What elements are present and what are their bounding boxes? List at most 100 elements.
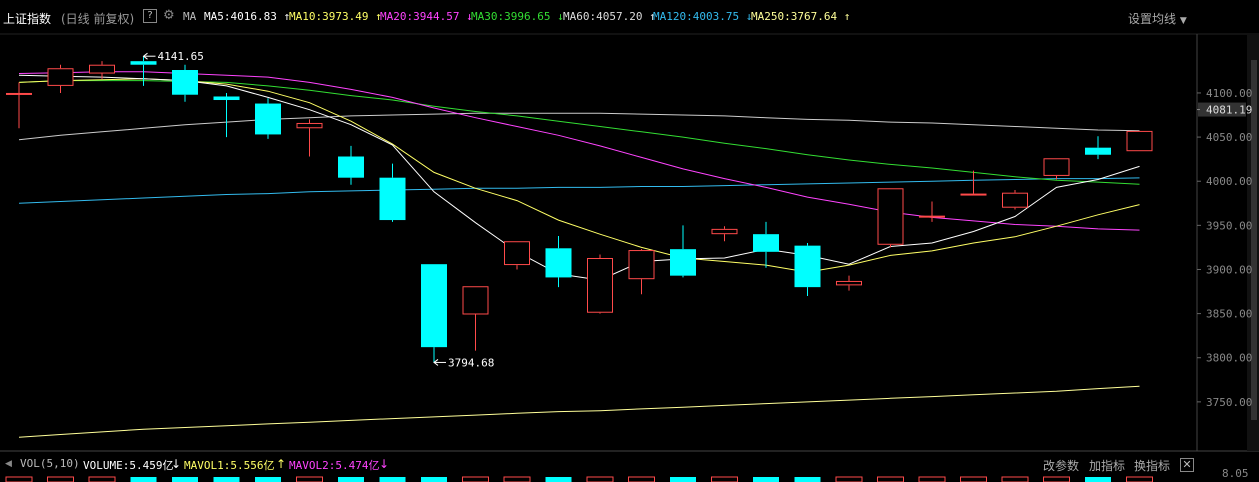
candle[interactable]	[794, 243, 821, 296]
candle-body	[545, 248, 572, 278]
candle[interactable]	[504, 241, 530, 270]
candle[interactable]	[670, 225, 696, 278]
mavol1-value: MAVOL1:5.556亿	[184, 459, 275, 472]
ma10-line	[18, 78, 1140, 273]
price-tick-label: 3750.00	[1206, 396, 1252, 409]
ma-legend-item: MA5:4016.83 ↑	[204, 10, 291, 23]
candle-body	[711, 228, 738, 235]
candle-body	[628, 250, 655, 280]
index-title: 上证指数	[3, 12, 52, 26]
candle[interactable]	[877, 188, 904, 248]
chevron-down-icon: ▼	[1179, 16, 1187, 26]
candle-body	[89, 64, 115, 74]
candle-body	[960, 193, 987, 196]
collapse-icon[interactable]: ◀	[5, 459, 12, 469]
add-indicator-button[interactable]: 加指标	[1089, 457, 1125, 474]
price-tick-label: 3800.00	[1206, 352, 1252, 365]
candle[interactable]	[47, 64, 74, 93]
candle[interactable]	[462, 286, 489, 351]
candle[interactable]	[711, 226, 738, 242]
settings-ma-button[interactable]: 设置均线 ▼	[1128, 10, 1187, 27]
volume-header: ◀ VOL(5,10) VOLUME:5.459亿 ↓ MAVOL1:5.556…	[0, 451, 1259, 482]
ma60-line	[18, 112, 1140, 141]
candlesticks[interactable]	[6, 56, 1153, 363]
candle-body	[213, 96, 240, 101]
vol-label: VOL(5,10)	[20, 457, 80, 470]
ma-label: MA	[183, 10, 197, 23]
ma-legend-item: MA120:4003.75 ↓	[653, 10, 753, 23]
candle[interactable]	[1002, 190, 1028, 210]
moving-average-lines	[18, 71, 1140, 438]
ma120-line	[18, 177, 1140, 204]
candle-body	[172, 70, 198, 95]
candle-body	[587, 258, 613, 313]
ma5-line	[18, 74, 1140, 281]
candle[interactable]	[1043, 158, 1070, 180]
volume-value: VOLUME:5.459亿	[83, 459, 174, 472]
arrow-down-icon: ↓	[379, 457, 390, 471]
arrow-up-icon: ↑	[276, 457, 287, 471]
price-tick-label: 4000.00	[1206, 175, 1252, 188]
candle-body	[462, 286, 489, 315]
candle[interactable]	[753, 221, 779, 268]
candle-body	[836, 280, 862, 286]
candle[interactable]	[130, 56, 157, 86]
volume-axis-value: 8.05	[1222, 467, 1249, 480]
candle[interactable]	[587, 254, 613, 314]
candle-body	[255, 103, 281, 135]
candle-body	[670, 249, 696, 276]
candle[interactable]	[919, 201, 945, 222]
candle[interactable]	[172, 64, 198, 102]
candle-body	[1043, 158, 1070, 176]
candle-body	[753, 234, 779, 252]
help-icon[interactable]: ?	[143, 9, 157, 23]
ma-legend-item: MA10:3973.49 ↑	[289, 10, 382, 23]
indicator-header: 上证指数 (日线 前复权) ? ⚙ MA MA5:4016.83 ↑ MA10:3…	[0, 0, 1259, 34]
candle-body	[794, 245, 821, 288]
candle-body	[877, 188, 904, 245]
candle[interactable]	[379, 163, 406, 222]
switch-indicator-button[interactable]: 换指标	[1134, 457, 1170, 474]
period-label[interactable]: (日线 前复权)	[61, 10, 134, 27]
candle[interactable]	[628, 249, 655, 295]
candle-body	[421, 264, 447, 348]
candle-body	[1002, 192, 1028, 208]
candle[interactable]	[89, 61, 115, 79]
candle[interactable]	[960, 170, 987, 196]
candle-body	[130, 61, 157, 65]
arrow-down-icon: ↓	[171, 457, 182, 471]
settings-ma-label: 设置均线	[1128, 12, 1177, 26]
candle-body	[47, 68, 74, 86]
gear-icon[interactable]: ⚙	[163, 8, 175, 23]
candle-body	[379, 177, 406, 221]
candle[interactable]	[213, 92, 240, 138]
price-tick-label: 4081.19	[1206, 104, 1252, 117]
candle[interactable]	[836, 275, 862, 291]
close-icon[interactable]: ✕	[1180, 458, 1194, 472]
price-tick-label: 4050.00	[1206, 131, 1252, 144]
ma-legend-item: MA250:3767.64 ↑	[751, 10, 851, 23]
ma-legend-item: MA20:3944.57 ↓	[380, 10, 473, 23]
candle[interactable]	[338, 145, 364, 185]
candle-body	[296, 122, 323, 129]
candle-body	[338, 156, 364, 178]
ma20-line	[18, 71, 1140, 231]
price-tick-label: 4100.00	[1206, 87, 1252, 100]
candle[interactable]	[421, 264, 447, 363]
mavol2-value: MAVOL2:5.474亿	[289, 459, 380, 472]
price-tick-label: 3950.00	[1206, 219, 1252, 232]
high-annotation: 4141.65	[158, 50, 204, 63]
candle-body	[919, 215, 945, 218]
candle[interactable]	[6, 82, 32, 129]
candle[interactable]	[255, 98, 281, 139]
kline-chart[interactable]: 4100.00 4081.19 4050.00 4000.00 3950.00 3900.…	[0, 0, 1259, 482]
candle[interactable]	[296, 119, 323, 157]
price-tick-label: 3850.00	[1206, 308, 1252, 321]
candle[interactable]	[1126, 130, 1153, 152]
ma-legend-item: MA60:4057.20 ↑	[563, 10, 656, 23]
ma30-line	[18, 80, 1140, 185]
candle[interactable]	[545, 235, 572, 288]
change-params-button[interactable]: 改参数	[1043, 457, 1079, 474]
ma250-line	[18, 385, 1140, 438]
candle[interactable]	[1085, 136, 1111, 160]
